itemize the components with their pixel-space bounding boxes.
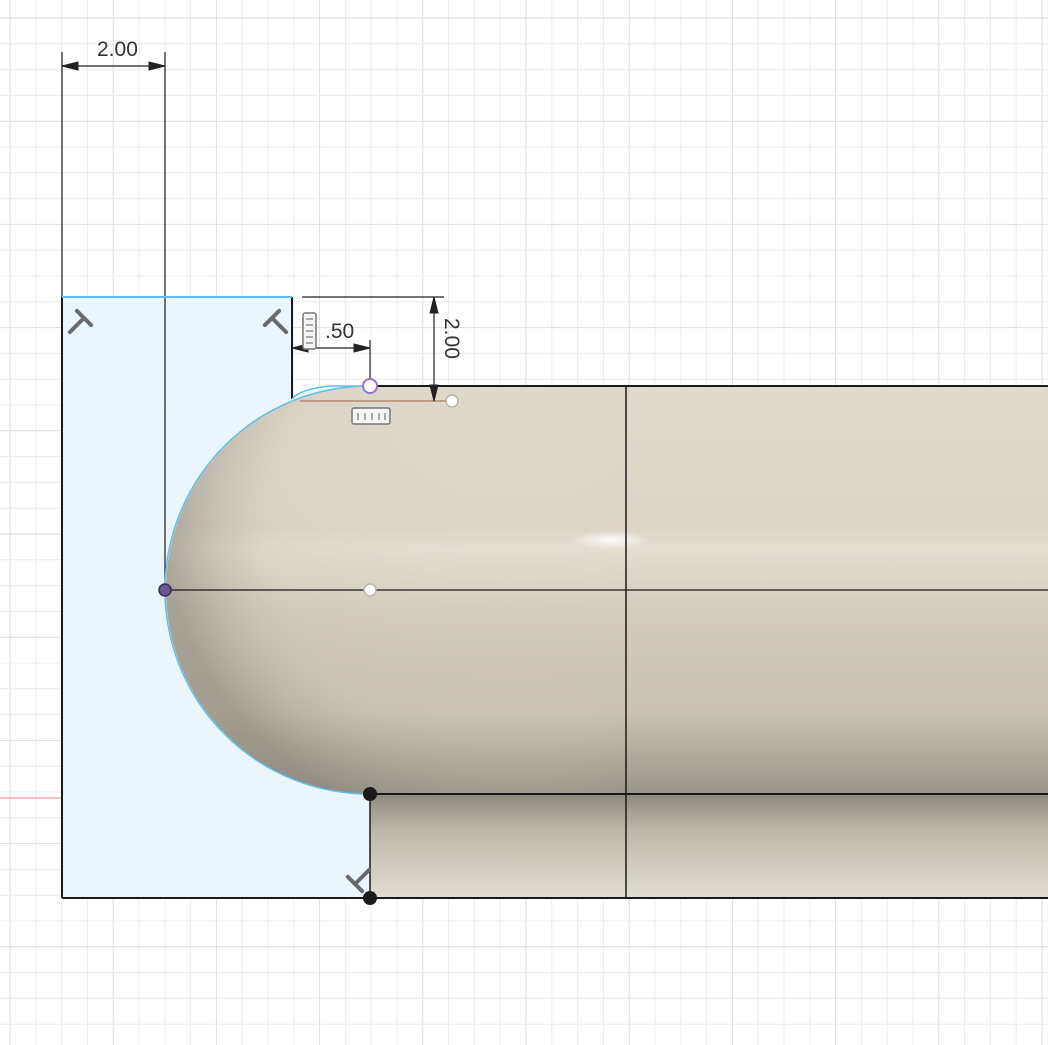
arc-center-point[interactable] [363,583,377,597]
tube-lower-base [370,794,1048,898]
dimension-label-top-width[interactable]: 2.00 [97,38,138,61]
dimension-label-vertical-offset[interactable]: 2.00 [440,318,463,359]
small-point[interactable] [445,394,459,408]
tangent-constraint-icon[interactable] [302,312,317,350]
arc-top-point[interactable] [362,378,378,394]
corner-point[interactable] [363,891,377,905]
dimension-label-small-offset[interactable]: .50 [325,320,354,343]
sketch-canvas[interactable]: 2.00 2.00 .50 [0,0,1048,1045]
arc-left-point[interactable] [158,583,172,597]
tube-highlight [570,530,650,550]
arrowhead-right [148,61,166,71]
arrowhead-top [429,296,439,314]
arrowhead-left [61,61,79,71]
arc-bottom-point[interactable] [363,787,377,801]
arrowhead-right [353,343,371,353]
horizontal-constraint-icon[interactable] [351,407,391,425]
